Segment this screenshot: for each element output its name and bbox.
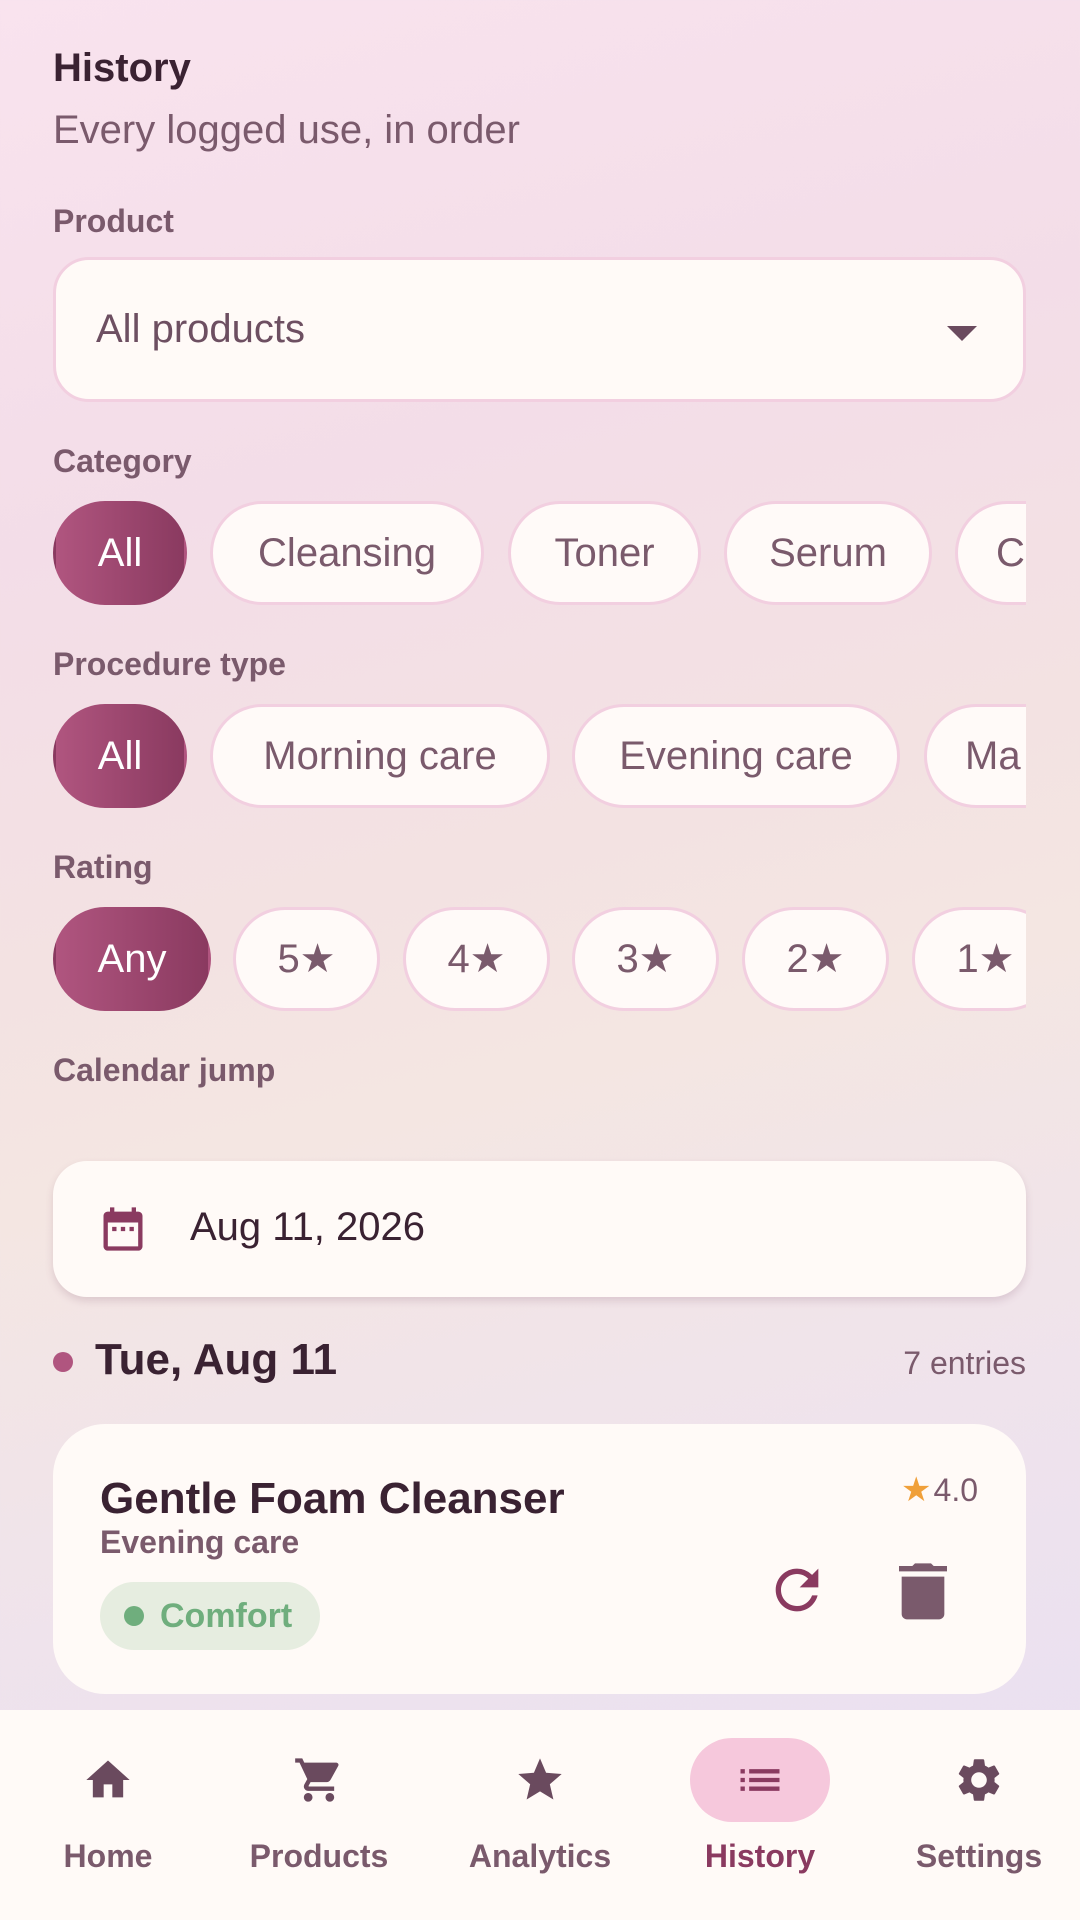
- calendar-jump-field[interactable]: Aug 11, 2026: [53, 1161, 1026, 1297]
- calendar-icon: [103, 1207, 143, 1251]
- entry-product-name: Gentle Foam Cleanser: [100, 1474, 565, 1523]
- nav-home[interactable]: Home: [0, 1710, 216, 1920]
- rating-chip-5[interactable]: 5★: [233, 907, 380, 1011]
- repeat-icon[interactable]: [765, 1558, 829, 1622]
- entry-rating: ★ 4.0: [901, 1470, 978, 1510]
- category-chip-toner[interactable]: Toner: [508, 501, 701, 605]
- category-chip-more[interactable]: C: [955, 501, 1026, 605]
- day-group-header: Tue, Aug 11 7 entries: [53, 1335, 1026, 1387]
- category-filter-label: Category: [53, 443, 192, 479]
- nav-history[interactable]: History: [652, 1710, 868, 1920]
- rating-chip-2[interactable]: 2★: [742, 907, 889, 1011]
- rating-chip-4[interactable]: 4★: [403, 907, 550, 1011]
- calendar-jump-value: Aug 11, 2026: [190, 1205, 426, 1249]
- nav-settings-label: Settings: [915, 1838, 1043, 1874]
- product-dropdown[interactable]: All products: [53, 257, 1026, 402]
- page-subtitle: Every logged use, in order: [53, 108, 520, 152]
- page-title: History: [53, 46, 191, 90]
- nav-analytics[interactable]: Analytics: [432, 1710, 648, 1920]
- rating-chip-any[interactable]: Any: [53, 907, 211, 1011]
- calendar-jump-label: Calendar jump: [53, 1052, 276, 1088]
- procedure-chip-morning[interactable]: Morning care: [210, 704, 550, 808]
- trash-icon[interactable]: [895, 1558, 951, 1622]
- procedure-chip-all[interactable]: All: [53, 704, 187, 808]
- procedure-chip-more[interactable]: Ma: [924, 704, 1026, 808]
- nav-settings[interactable]: Settings: [871, 1710, 1080, 1920]
- category-chip-serum[interactable]: Serum: [724, 501, 932, 605]
- procedure-filter-label: Procedure type: [53, 646, 286, 682]
- rating-chip-1[interactable]: 1★: [912, 907, 1026, 1011]
- bottom-navigation: Home Products Analytics History Settings: [0, 1710, 1080, 1920]
- day-dot: [53, 1352, 73, 1372]
- entry-feeling-text: Comfort: [160, 1596, 293, 1635]
- feeling-dot: [124, 1606, 144, 1626]
- entry-feeling-badge: Comfort: [100, 1582, 320, 1650]
- nav-history-label: History: [704, 1838, 816, 1874]
- entry-procedure: Evening care: [100, 1524, 300, 1560]
- product-filter-label: Product: [53, 203, 174, 239]
- entry-rating-value: 4.0: [933, 1471, 978, 1508]
- list-icon: [740, 1769, 780, 1791]
- rating-chip-row: Any 5★ 4★ 3★ 2★ 1★: [53, 907, 1026, 1011]
- category-chip-row: All Cleansing Toner Serum C: [53, 501, 1026, 605]
- category-chip-cleansing[interactable]: Cleansing: [210, 501, 484, 605]
- product-dropdown-value: All products: [96, 307, 305, 351]
- nav-analytics-label: Analytics: [468, 1838, 612, 1874]
- home-icon: [86, 1760, 130, 1798]
- nav-home-label: Home: [63, 1838, 153, 1874]
- day-group-count: 7 entries: [903, 1345, 1026, 1381]
- category-chip-all[interactable]: All: [53, 501, 187, 605]
- procedure-chip-row: All Morning care Evening care Ma: [53, 704, 1026, 808]
- cart-icon: [295, 1758, 339, 1802]
- star-icon: ★: [901, 1471, 932, 1509]
- procedure-chip-evening[interactable]: Evening care: [572, 704, 900, 808]
- rating-filter-label: Rating: [53, 849, 153, 885]
- star-icon: [518, 1758, 562, 1800]
- gear-icon: [958, 1759, 1000, 1801]
- nav-products[interactable]: Products: [211, 1710, 427, 1920]
- day-group-date: Tue, Aug 11: [95, 1335, 338, 1384]
- caret-down-icon: [947, 326, 977, 341]
- history-entry-card[interactable]: Gentle Foam Cleanser Evening care ★ 4.0 …: [53, 1424, 1026, 1694]
- rating-chip-3[interactable]: 3★: [572, 907, 719, 1011]
- history-screen: History Every logged use, in order Produ…: [0, 0, 1080, 1920]
- nav-products-label: Products: [249, 1838, 389, 1874]
